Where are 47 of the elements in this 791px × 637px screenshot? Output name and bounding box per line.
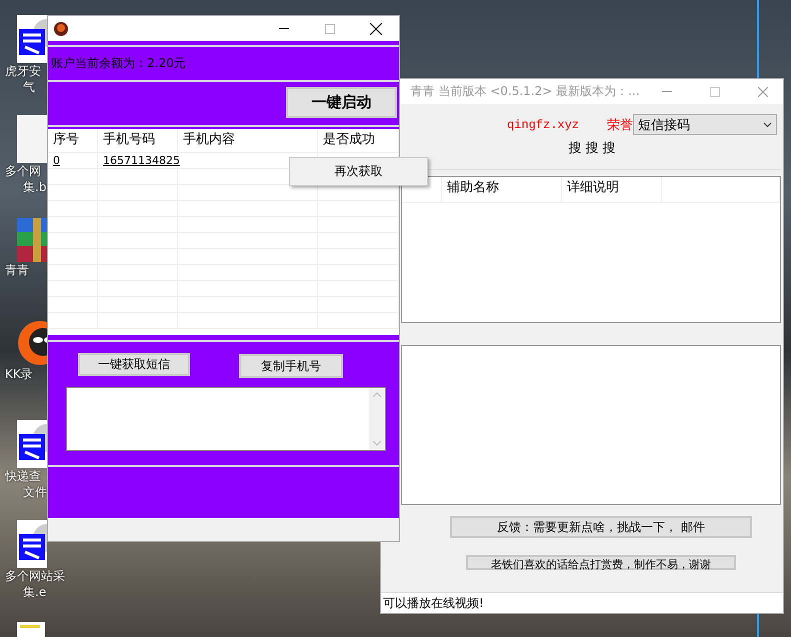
close-icon (758, 86, 768, 96)
column-header: 详细说明 (562, 177, 662, 203)
column-header: 序号 (48, 129, 98, 153)
minimize-icon (279, 28, 289, 29)
copy-phone-button[interactable]: 复制手机号 (239, 354, 343, 378)
link-button[interactable]: 反馈：需要更新点啥，挑战一下， 邮件 (450, 516, 752, 538)
icon-label: 集.e (22, 584, 46, 600)
site-label: qingfz.xyz (506, 118, 579, 132)
column-header: 辅助名称 (442, 177, 562, 203)
icon-label: 气 (22, 79, 35, 95)
chevron-down-icon (763, 122, 772, 128)
balance-label: 账户当前余额为：2.20元 (51, 55, 186, 72)
honor-label: 荣誉 (607, 116, 633, 134)
icon-label: 多个网站采 (5, 568, 65, 584)
maximize-icon (710, 86, 720, 96)
app-icon (54, 22, 68, 36)
status-text: 可以播放在线视频! (383, 594, 484, 612)
app-icon[interactable] (17, 15, 47, 63)
icon-label: 青青 (5, 262, 29, 278)
icon-label: 虎牙安 (5, 63, 41, 79)
minimize-icon (662, 91, 672, 92)
table-cell: 16571134825 (98, 153, 178, 169)
close-icon (370, 22, 382, 34)
column-header: 是否成功 (318, 129, 399, 153)
chevron-up-icon (373, 392, 381, 397)
link-button[interactable]: 老铁们喜欢的话给点打赏费，制作不易，谢谢 (466, 555, 736, 570)
icon-label: KK录 (5, 366, 33, 382)
icon-label: 文件 (22, 484, 47, 500)
app-icon[interactable] (17, 520, 47, 568)
window-title: 青青 当前版本 <0.5.1.2> 最新版本为：... (410, 83, 640, 100)
fetch-sms-button[interactable]: 一键获取短信 (78, 353, 190, 376)
app-icon[interactable] (17, 420, 47, 468)
icon-label: 集.b (22, 179, 46, 195)
icon-label: 多个网 (5, 163, 41, 179)
column-header: 手机内容 (178, 129, 318, 153)
scrollbar[interactable] (369, 388, 385, 450)
icon-label: 快递查 (5, 468, 41, 484)
search-label[interactable]: 搜 搜 搜 (548, 139, 616, 157)
table-cell: 0 (48, 153, 98, 169)
chevron-down-icon (373, 441, 381, 446)
category-dropdown[interactable]: 短信接码 (633, 114, 777, 135)
menu-item[interactable]: 再次获取 (290, 158, 427, 185)
document-icon[interactable] (17, 622, 45, 637)
message-text-area[interactable] (66, 387, 386, 451)
start-button[interactable]: 一键启动 (286, 87, 397, 118)
column-header: 手机号码 (98, 129, 178, 153)
maximize-icon (325, 24, 335, 34)
